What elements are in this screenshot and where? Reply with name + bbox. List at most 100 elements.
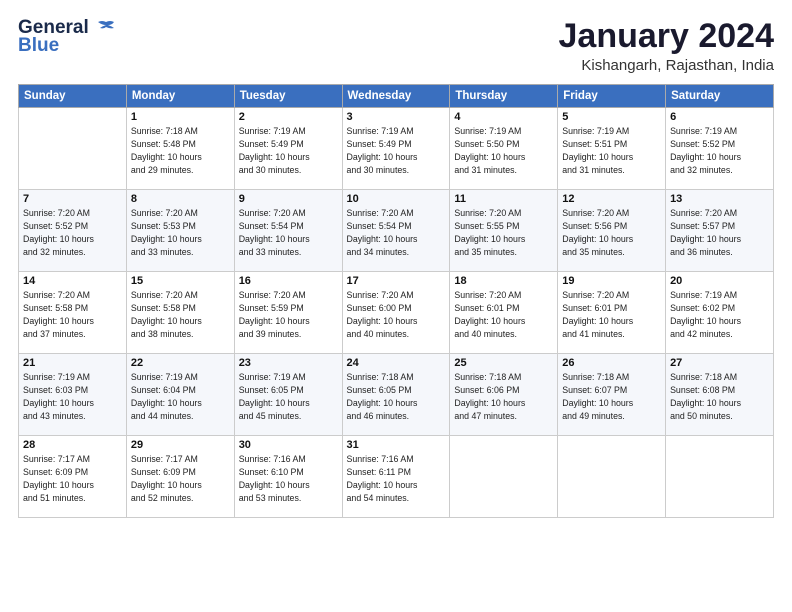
day-number: 24 — [347, 357, 446, 369]
day-header: Wednesday — [342, 85, 450, 108]
calendar-week-row: 28 Sunrise: 7:17 AM Sunset: 6:09 PM Dayli… — [19, 436, 774, 518]
day-number: 29 — [131, 439, 230, 451]
title-block: January 2024 Kishangarh, Rajasthan, Indi… — [559, 18, 775, 74]
calendar-cell: 10Sunrise: 7:20 AM Sunset: 5:54 PM Dayli… — [342, 190, 450, 272]
cell-info: Sunrise: 7:20 AM Sunset: 5:57 PM Dayligh… — [670, 207, 769, 258]
day-header: Monday — [126, 85, 234, 108]
calendar-cell: 28 Sunrise: 7:17 AM Sunset: 6:09 PM Dayli… — [19, 436, 127, 518]
calendar-week-row: 1 Sunrise: 7:18 AM Sunset: 5:48 PM Daylig… — [19, 108, 774, 190]
header-row: SundayMondayTuesdayWednesdayThursdayFrid… — [19, 85, 774, 108]
day-number: 10 — [347, 193, 446, 205]
cell-info: Sunrise: 7:19 AM Sunset: 5:49 PM Dayligh… — [239, 125, 338, 176]
day-number: 5 — [562, 111, 661, 123]
cell-info: Sunrise: 7:20 AM Sunset: 5:52 PM Dayligh… — [23, 207, 122, 258]
day-number: 23 — [239, 357, 338, 369]
day-number: 28 — [23, 439, 122, 451]
calendar-cell: 27 Sunrise: 7:18 AM Sunset: 6:08 PM Dayli… — [666, 354, 774, 436]
calendar-cell: 21 Sunrise: 7:19 AM Sunset: 6:03 PM Dayli… — [19, 354, 127, 436]
cell-info: Sunrise: 7:20 AM Sunset: 5:59 PM Dayligh… — [239, 289, 338, 340]
cell-info: Sunrise: 7:20 AM Sunset: 6:01 PM Dayligh… — [454, 289, 553, 340]
cell-info: Sunrise: 7:19 AM Sunset: 5:49 PM Dayligh… — [347, 125, 446, 176]
day-number: 13 — [670, 193, 769, 205]
calendar-cell: 25 Sunrise: 7:18 AM Sunset: 6:06 PM Dayli… — [450, 354, 558, 436]
day-number: 15 — [131, 275, 230, 287]
cell-info: Sunrise: 7:20 AM Sunset: 5:55 PM Dayligh… — [454, 207, 553, 258]
calendar-cell: 4Sunrise: 7:19 AM Sunset: 5:50 PM Daylig… — [450, 108, 558, 190]
calendar-week-row: 7Sunrise: 7:20 AM Sunset: 5:52 PM Daylig… — [19, 190, 774, 272]
cell-info: Sunrise: 7:19 AM Sunset: 6:05 PM Dayligh… — [239, 371, 338, 422]
day-number: 17 — [347, 275, 446, 287]
cell-info: Sunrise: 7:19 AM Sunset: 5:52 PM Dayligh… — [670, 125, 769, 176]
header: General Blue January 2024 Kishangarh, Ra… — [18, 18, 774, 74]
cell-info: Sunrise: 7:20 AM Sunset: 5:58 PM Dayligh… — [131, 289, 230, 340]
calendar-cell: 20 Sunrise: 7:19 AM Sunset: 6:02 PM Dayli… — [666, 272, 774, 354]
calendar-cell: 15 Sunrise: 7:20 AM Sunset: 5:58 PM Dayli… — [126, 272, 234, 354]
calendar-cell: 8Sunrise: 7:20 AM Sunset: 5:53 PM Daylig… — [126, 190, 234, 272]
calendar-table: SundayMondayTuesdayWednesdayThursdayFrid… — [18, 84, 774, 518]
day-number: 14 — [23, 275, 122, 287]
calendar-cell: 12Sunrise: 7:20 AM Sunset: 5:56 PM Dayli… — [558, 190, 666, 272]
day-number: 3 — [347, 111, 446, 123]
day-header: Thursday — [450, 85, 558, 108]
logo-blue: Blue — [18, 35, 59, 57]
day-number: 26 — [562, 357, 661, 369]
calendar-cell — [450, 436, 558, 518]
calendar-cell: 31 Sunrise: 7:16 AM Sunset: 6:11 PM Dayli… — [342, 436, 450, 518]
cell-info: Sunrise: 7:20 AM Sunset: 5:56 PM Dayligh… — [562, 207, 661, 258]
cell-info: Sunrise: 7:18 AM Sunset: 6:07 PM Dayligh… — [562, 371, 661, 422]
calendar-cell: 3 Sunrise: 7:19 AM Sunset: 5:49 PM Daylig… — [342, 108, 450, 190]
calendar-cell: 7Sunrise: 7:20 AM Sunset: 5:52 PM Daylig… — [19, 190, 127, 272]
calendar-cell: 22 Sunrise: 7:19 AM Sunset: 6:04 PM Dayli… — [126, 354, 234, 436]
calendar-cell: 24 Sunrise: 7:18 AM Sunset: 6:05 PM Dayli… — [342, 354, 450, 436]
day-number: 16 — [239, 275, 338, 287]
calendar-cell: 9Sunrise: 7:20 AM Sunset: 5:54 PM Daylig… — [234, 190, 342, 272]
day-number: 18 — [454, 275, 553, 287]
cell-info: Sunrise: 7:20 AM Sunset: 5:58 PM Dayligh… — [23, 289, 122, 340]
day-number: 11 — [454, 193, 553, 205]
day-number: 22 — [131, 357, 230, 369]
logo-bird-icon — [96, 20, 116, 36]
calendar-cell — [558, 436, 666, 518]
page-container: General Blue January 2024 Kishangarh, Ra… — [0, 0, 792, 528]
cell-info: Sunrise: 7:18 AM Sunset: 5:48 PM Dayligh… — [131, 125, 230, 176]
day-number: 21 — [23, 357, 122, 369]
day-header: Sunday — [19, 85, 127, 108]
cell-info: Sunrise: 7:17 AM Sunset: 6:09 PM Dayligh… — [23, 453, 122, 504]
day-number: 1 — [131, 111, 230, 123]
calendar-cell: 26 Sunrise: 7:18 AM Sunset: 6:07 PM Dayli… — [558, 354, 666, 436]
cell-info: Sunrise: 7:17 AM Sunset: 6:09 PM Dayligh… — [131, 453, 230, 504]
cell-info: Sunrise: 7:16 AM Sunset: 6:11 PM Dayligh… — [347, 453, 446, 504]
cell-info: Sunrise: 7:19 AM Sunset: 6:04 PM Dayligh… — [131, 371, 230, 422]
calendar-cell: 29 Sunrise: 7:17 AM Sunset: 6:09 PM Dayli… — [126, 436, 234, 518]
cell-info: Sunrise: 7:19 AM Sunset: 5:51 PM Dayligh… — [562, 125, 661, 176]
calendar-cell: 16 Sunrise: 7:20 AM Sunset: 5:59 PM Dayli… — [234, 272, 342, 354]
location: Kishangarh, Rajasthan, India — [559, 57, 775, 74]
calendar-cell: 17Sunrise: 7:20 AM Sunset: 6:00 PM Dayli… — [342, 272, 450, 354]
day-number: 6 — [670, 111, 769, 123]
calendar-cell: 13 Sunrise: 7:20 AM Sunset: 5:57 PM Dayli… — [666, 190, 774, 272]
calendar-week-row: 14 Sunrise: 7:20 AM Sunset: 5:58 PM Dayli… — [19, 272, 774, 354]
calendar-cell — [19, 108, 127, 190]
cell-info: Sunrise: 7:20 AM Sunset: 6:01 PM Dayligh… — [562, 289, 661, 340]
day-header: Friday — [558, 85, 666, 108]
cell-info: Sunrise: 7:18 AM Sunset: 6:05 PM Dayligh… — [347, 371, 446, 422]
calendar-cell: 1 Sunrise: 7:18 AM Sunset: 5:48 PM Daylig… — [126, 108, 234, 190]
day-number: 25 — [454, 357, 553, 369]
day-number: 4 — [454, 111, 553, 123]
calendar-cell: 14 Sunrise: 7:20 AM Sunset: 5:58 PM Dayli… — [19, 272, 127, 354]
logo: General Blue — [18, 18, 116, 57]
cell-info: Sunrise: 7:19 AM Sunset: 6:03 PM Dayligh… — [23, 371, 122, 422]
calendar-cell: 11 Sunrise: 7:20 AM Sunset: 5:55 PM Dayli… — [450, 190, 558, 272]
cell-info: Sunrise: 7:19 AM Sunset: 6:02 PM Dayligh… — [670, 289, 769, 340]
day-number: 8 — [131, 193, 230, 205]
day-number: 27 — [670, 357, 769, 369]
calendar-cell: 19Sunrise: 7:20 AM Sunset: 6:01 PM Dayli… — [558, 272, 666, 354]
calendar-cell: 5 Sunrise: 7:19 AM Sunset: 5:51 PM Daylig… — [558, 108, 666, 190]
cell-info: Sunrise: 7:18 AM Sunset: 6:06 PM Dayligh… — [454, 371, 553, 422]
cell-info: Sunrise: 7:18 AM Sunset: 6:08 PM Dayligh… — [670, 371, 769, 422]
calendar-cell: 6 Sunrise: 7:19 AM Sunset: 5:52 PM Daylig… — [666, 108, 774, 190]
day-number: 20 — [670, 275, 769, 287]
calendar-cell: 18 Sunrise: 7:20 AM Sunset: 6:01 PM Dayli… — [450, 272, 558, 354]
calendar-week-row: 21 Sunrise: 7:19 AM Sunset: 6:03 PM Dayli… — [19, 354, 774, 436]
day-number: 31 — [347, 439, 446, 451]
